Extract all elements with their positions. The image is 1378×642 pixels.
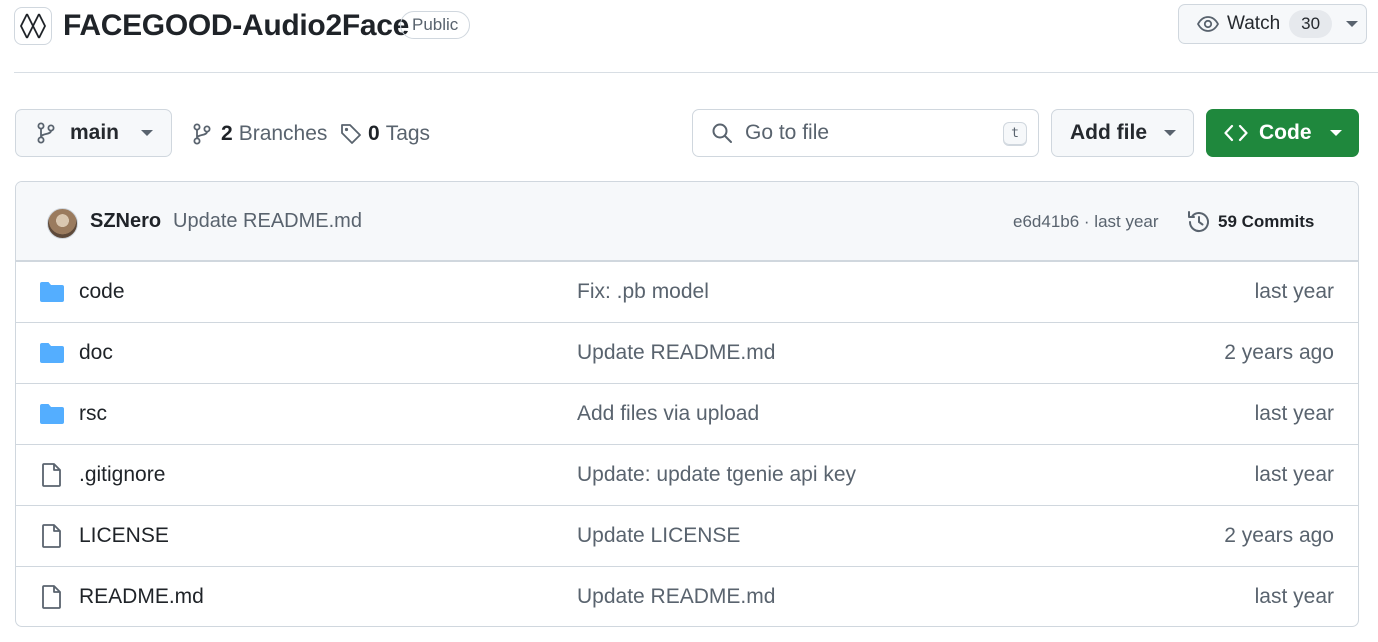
- header-divider: [14, 72, 1378, 73]
- history-icon: [1188, 211, 1209, 232]
- tags-count: 0: [368, 122, 380, 145]
- add-file-label: Add file: [1070, 121, 1147, 144]
- commit-message[interactable]: Update README.md: [173, 210, 362, 233]
- tags-label: Tags: [385, 122, 431, 145]
- branches-label: Branches: [238, 122, 328, 145]
- watch-label: Watch: [1227, 13, 1281, 34]
- search-icon: [712, 123, 732, 143]
- file-icon: [42, 585, 61, 609]
- folder-icon: [40, 343, 64, 363]
- file-commit-message[interactable]: Update README.md: [577, 341, 775, 365]
- file-commit-age: last year: [1254, 402, 1334, 425]
- file-commit-message[interactable]: Update LICENSE: [577, 524, 740, 548]
- file-table: SZNero Update README.md e6d41b6 · last y…: [15, 181, 1359, 627]
- chevron-down-icon: [141, 130, 154, 136]
- file-commit-age: 2 years ago: [1224, 341, 1334, 364]
- tags-link[interactable]: 0 Tags: [340, 118, 430, 150]
- code-button[interactable]: Code: [1206, 109, 1359, 157]
- file-name[interactable]: LICENSE: [79, 524, 169, 548]
- chevron-down-icon: [1164, 130, 1176, 136]
- folder-icon: [40, 282, 64, 302]
- table-row[interactable]: doc Update README.md 2 years ago: [16, 322, 1358, 383]
- search-placeholder: Go to file: [745, 121, 830, 144]
- file-icon: [42, 524, 61, 548]
- tag-icon: [341, 124, 361, 144]
- go-to-file-input[interactable]: Go to file t: [692, 109, 1039, 157]
- latest-commit-bar: SZNero Update README.md e6d41b6 · last y…: [16, 182, 1358, 261]
- branch-name: main: [70, 121, 120, 144]
- table-row[interactable]: LICENSE Update LICENSE 2 years ago: [16, 505, 1358, 566]
- file-commit-message[interactable]: Add files via upload: [577, 402, 759, 426]
- add-file-button[interactable]: Add file: [1051, 109, 1194, 157]
- eye-icon: [1197, 16, 1219, 32]
- watch-count: 30: [1289, 10, 1333, 38]
- branches-link[interactable]: 2 Branches: [192, 118, 327, 150]
- repo-title[interactable]: FACEGOOD-Audio2Face: [63, 8, 409, 44]
- table-row[interactable]: rsc Add files via upload last year: [16, 383, 1358, 444]
- code-label: Code: [1259, 121, 1312, 144]
- commits-count: 59 Commits: [1218, 212, 1315, 231]
- chevron-down-icon: [1329, 130, 1342, 136]
- file-commit-age: last year: [1254, 463, 1334, 486]
- file-icon: [42, 463, 61, 487]
- file-name[interactable]: rsc: [79, 402, 107, 426]
- visibility-badge: Public: [400, 11, 471, 39]
- branch-selector-button[interactable]: main: [15, 109, 172, 157]
- git-branch-icon: [193, 123, 211, 145]
- file-commit-message[interactable]: Update README.md: [577, 585, 775, 609]
- chevron-down-icon: [1346, 21, 1359, 27]
- repo-owner-avatar[interactable]: [14, 7, 52, 45]
- watch-button[interactable]: Watch 30: [1178, 4, 1367, 44]
- folder-icon: [40, 404, 64, 424]
- table-row[interactable]: README.md Update README.md last year: [16, 566, 1358, 626]
- file-commit-age: 2 years ago: [1224, 524, 1334, 547]
- commit-sha-time[interactable]: e6d41b6 · last year: [1013, 212, 1159, 232]
- file-name[interactable]: .gitignore: [79, 463, 165, 487]
- code-icon: [1224, 124, 1248, 142]
- commits-history-link[interactable]: 59 Commits: [1186, 207, 1314, 237]
- file-name[interactable]: code: [79, 280, 125, 304]
- file-commit-age: last year: [1254, 280, 1334, 303]
- table-row[interactable]: .gitignore Update: update tgenie api key…: [16, 444, 1358, 505]
- git-branch-icon: [37, 122, 55, 144]
- file-commit-age: last year: [1254, 585, 1334, 608]
- branches-count: 2: [221, 122, 233, 145]
- file-commit-message[interactable]: Update: update tgenie api key: [577, 463, 856, 487]
- table-row[interactable]: code Fix: .pb model last year: [16, 261, 1358, 322]
- author-avatar[interactable]: [47, 208, 78, 239]
- facegood-logo-icon: [19, 13, 47, 39]
- commit-author[interactable]: SZNero: [90, 210, 161, 233]
- file-name[interactable]: doc: [79, 341, 113, 365]
- file-name[interactable]: README.md: [79, 585, 204, 609]
- keyboard-shortcut-hint: t: [1003, 122, 1027, 146]
- file-commit-message[interactable]: Fix: .pb model: [577, 280, 709, 304]
